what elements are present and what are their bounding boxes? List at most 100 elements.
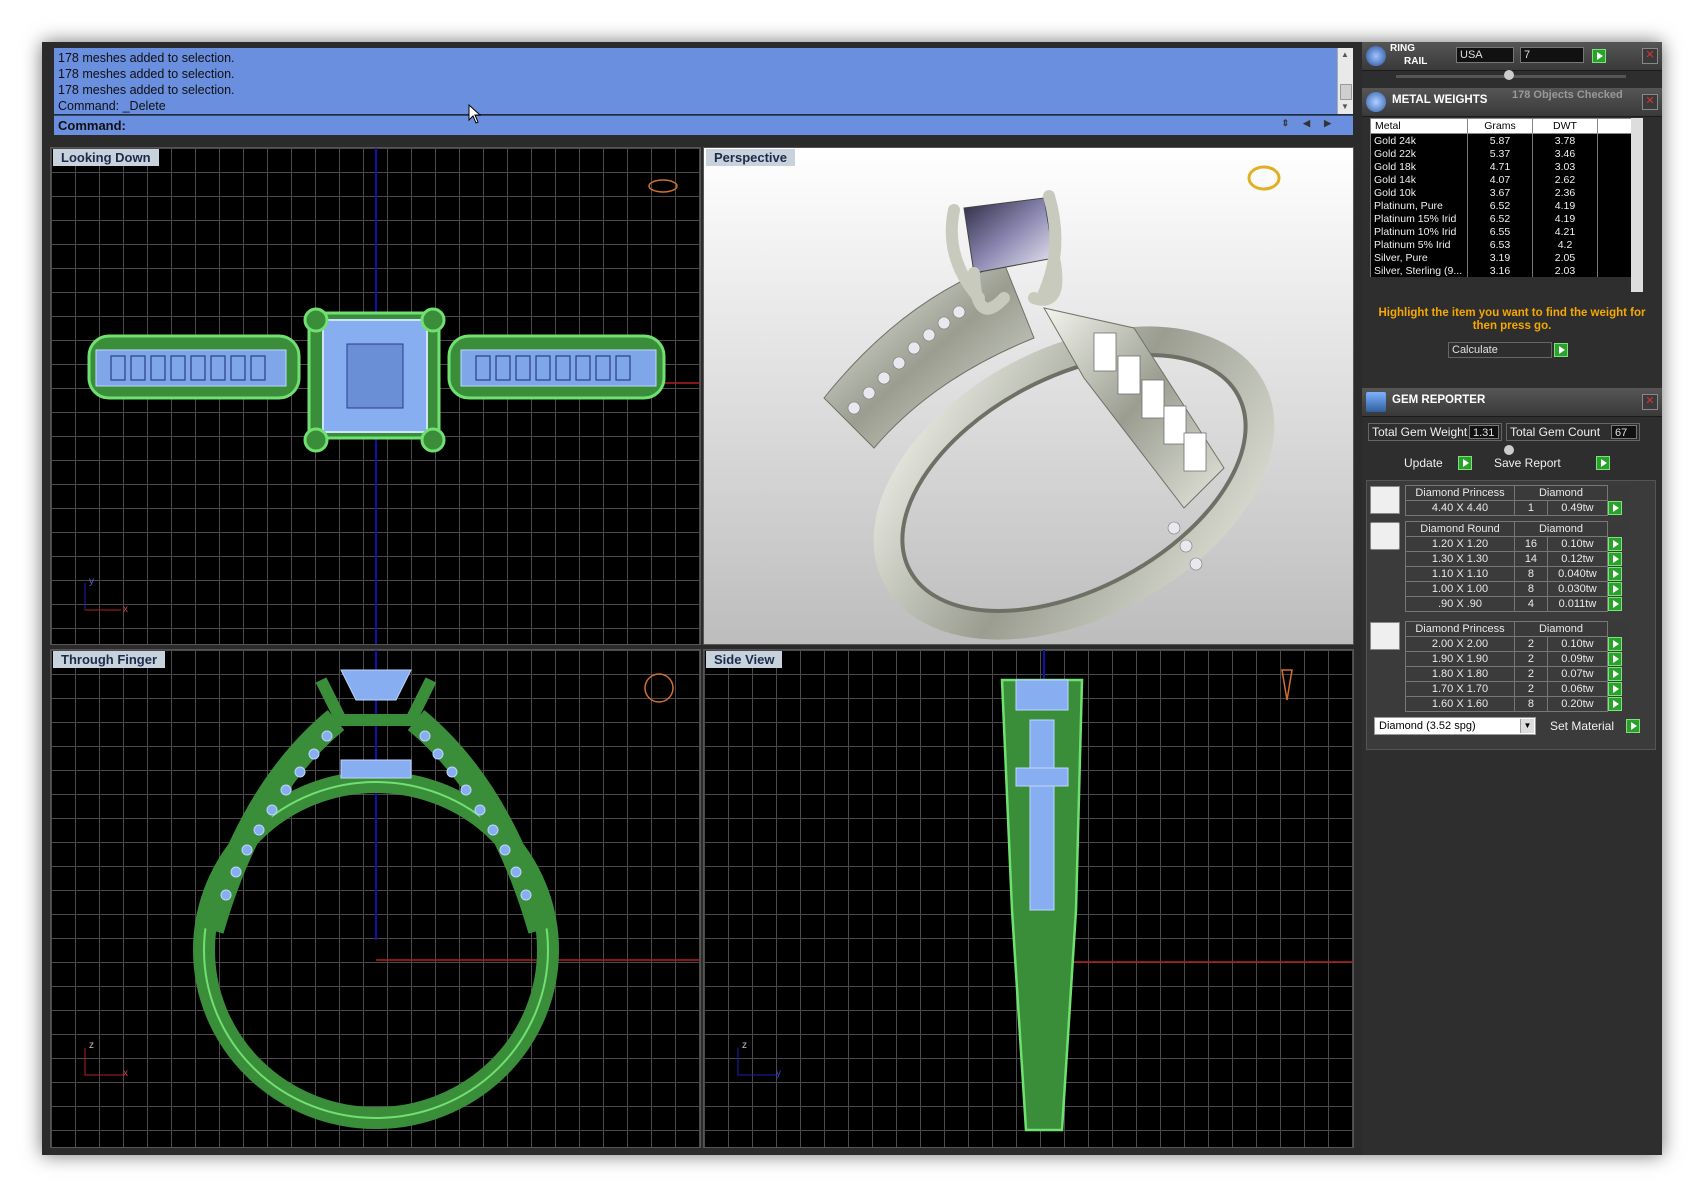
scroll-up-icon[interactable]: ▲ [1341,50,1349,59]
viewport-through-finger[interactable]: Through Finger z x [50,649,701,1148]
table-row[interactable]: Platinum 15% Irid 6.52 4.19 [1370,212,1641,225]
gem-count: 1 [1514,500,1548,516]
table-row[interactable]: Gold 22k 5.37 3.46 [1370,147,1641,160]
table-row[interactable]: Platinum 5% Irid 6.53 4.2 [1370,238,1641,251]
metal-weights-table[interactable]: Metal Grams DWT Gold 24k 5.87 3.78 Gold 22… [1370,118,1641,277]
viewport-title[interactable]: Looking Down [53,149,159,166]
viewport-looking-down[interactable]: Looking Down y x [50,147,701,645]
table-row[interactable]: 1.60 X 1.60 8 0.20tw [1405,696,1629,712]
ring-size-select[interactable]: 7 [1520,47,1584,63]
gem-row-go-button[interactable] [1608,696,1622,711]
viewport-side-view[interactable]: Side View z y [703,649,1354,1148]
gem-row-go-button[interactable] [1608,636,1622,651]
total-gem-weight-value: 1.31 [1469,425,1499,439]
table-row[interactable]: Platinum 10% Irid 6.55 4.21 [1370,225,1641,238]
dwt-value: 2.03 [1532,264,1598,277]
gem-size: 1.60 X 1.60 [1405,696,1515,712]
ring-rail-header: RING RAIL USA 7 ✕ [1362,42,1662,71]
close-icon[interactable]: ✕ [1642,94,1658,110]
gem-row-go-button[interactable] [1608,651,1622,666]
table-row[interactable]: Gold 18k 4.71 3.03 [1370,160,1641,173]
ring-rendered-image [823,165,1281,640]
gem-row-go-button[interactable] [1608,536,1622,551]
metal-table-scrollbar[interactable] [1631,118,1643,292]
gem-row-go-button[interactable] [1608,566,1622,581]
right-panel: RING RAIL USA 7 ✕ METAL WEIGHTS 178 Obje… [1362,42,1662,1155]
round-gem-icon [1370,522,1400,550]
metal-name: Gold 14k [1370,173,1468,186]
calculate-go-button[interactable] [1554,343,1568,357]
gem-row-go-button[interactable] [1608,666,1622,681]
table-row[interactable]: Gold 24k 5.87 3.78 [1370,133,1641,147]
close-icon[interactable]: ✕ [1642,48,1658,64]
save-report-button[interactable]: Save Report [1494,456,1561,470]
ring-rail-go-button[interactable] [1592,49,1606,63]
save-report-go-button[interactable] [1596,456,1610,470]
table-row[interactable]: Platinum, Pure 6.52 4.19 [1370,199,1641,212]
gem-material: Diamond [1514,485,1608,501]
axis-label-x: x [123,604,128,615]
gem-row-go-button[interactable] [1608,500,1622,515]
table-row[interactable]: 1.80 X 1.80 2 0.07tw [1405,666,1629,682]
gem-size: 1.80 X 1.80 [1405,666,1515,682]
dwt-value: 3.03 [1532,160,1598,173]
gem-count: 14 [1514,551,1548,567]
table-row[interactable]: .90 X .90 4 0.011tw [1405,596,1629,612]
column-header[interactable]: Metal [1370,118,1468,134]
column-header[interactable]: Grams [1467,118,1533,134]
close-icon[interactable]: ✕ [1642,394,1658,410]
table-row[interactable]: 1.70 X 1.70 2 0.06tw [1405,681,1629,697]
table-row[interactable]: 2.00 X 2.00 2 0.10tw [1405,636,1629,652]
gem-row-go-button[interactable] [1608,551,1622,566]
table-row[interactable]: 1.10 X 1.10 8 0.040tw [1405,566,1629,582]
gem-material: Diamond [1514,621,1608,637]
gem-count: 16 [1514,536,1548,552]
gem-row-go-button[interactable] [1608,596,1622,611]
material-select-value: Diamond (3.52 spg) [1379,720,1476,732]
gem-weight: 0.07tw [1546,666,1609,682]
viewport-title[interactable]: Side View [706,651,783,668]
gem-shape: Diamond Princess [1405,485,1515,501]
table-row[interactable]: Silver, Pure 3.19 2.05 [1370,251,1641,264]
history-line: 178 meshes added to selection. [58,83,235,97]
table-row[interactable]: Gold 10k 3.67 2.36 [1370,186,1641,199]
column-header[interactable]: DWT [1532,118,1598,134]
gem-row-go-button[interactable] [1608,581,1622,596]
command-input[interactable]: Command: ⇕◀▶ [54,115,1353,135]
update-button[interactable]: Update [1404,456,1443,470]
collapse-handle-icon[interactable] [1504,70,1514,80]
princess-gem-icon [1370,486,1400,514]
calculate-button[interactable]: Calculate [1448,342,1552,358]
set-material-button[interactable]: Set Material [1550,719,1614,733]
table-row[interactable]: 1.00 X 1.00 8 0.030tw [1405,581,1629,597]
material-select[interactable]: Diamond (3.52 spg) ▼ [1374,717,1536,735]
gem-shape: Diamond Princess [1405,621,1515,637]
table-row[interactable]: 1.90 X 1.90 2 0.09tw [1405,651,1629,667]
country-select[interactable]: USA [1456,47,1514,63]
dwt-value: 2.05 [1532,251,1598,264]
viewport-perspective[interactable]: Perspective [703,147,1354,645]
metal-name: Platinum 5% Irid [1370,238,1468,251]
scroll-down-icon[interactable]: ▼ [1341,102,1349,111]
grams-value: 3.19 [1467,251,1533,264]
table-row[interactable]: 1.30 X 1.30 14 0.12tw [1405,551,1629,567]
gem-count: 2 [1514,651,1548,667]
gem-size: 1.20 X 1.20 [1405,536,1515,552]
table-row[interactable]: 1.20 X 1.20 16 0.10tw [1405,536,1629,552]
viewport-title[interactable]: Through Finger [53,651,166,668]
command-nav-icons[interactable]: ⇕◀▶ [1282,118,1345,129]
total-gem-weight-label: Total Gem Weight [1372,425,1468,439]
table-row[interactable]: Silver, Sterling (9... 3.16 2.03 [1370,264,1641,277]
chevron-down-icon[interactable]: ▼ [1520,719,1534,733]
viewport-title[interactable]: Perspective [706,149,795,166]
collapse-handle-icon[interactable] [1504,445,1514,455]
scroll-thumb[interactable] [1340,84,1352,100]
update-go-button[interactable] [1458,456,1472,470]
gem-row-go-button[interactable] [1608,681,1622,696]
history-scrollbar[interactable]: ▲ ▼ [1337,48,1353,114]
metal-weights-header: METAL WEIGHTS 178 Objects Checked ✕ [1362,88,1662,117]
gem-size: 4.40 X 4.40 [1405,500,1515,516]
table-row[interactable]: Gold 14k 4.07 2.62 [1370,173,1641,186]
set-material-go-button[interactable] [1626,719,1640,733]
table-row[interactable]: 4.40 X 4.40 1 0.49tw [1405,500,1629,516]
